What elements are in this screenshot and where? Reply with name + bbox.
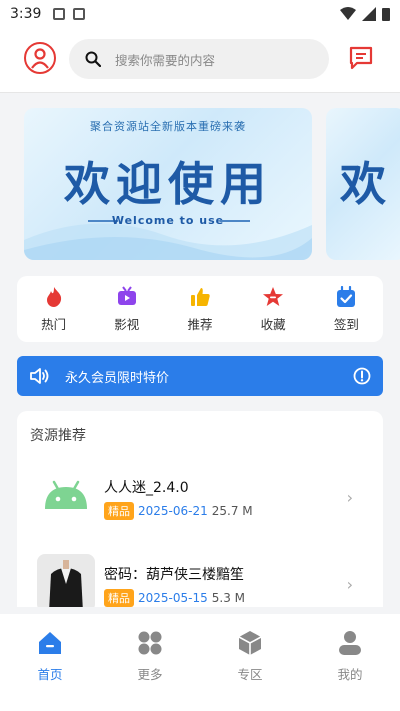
bottom-tab-bar: 首页 更多 专区 我的 [0,614,400,711]
banner-welcome[interactable]: 聚合资源站全新版本重磅来袭 欢迎使用 Welcome to use [24,108,312,260]
tab-zone[interactable]: 专区 [215,630,285,711]
banner-next[interactable]: 欢 [326,108,400,260]
notification-icon [73,8,86,20]
resource-section: 资源推荐 人人迷_2.4.0 精品 2025-06-21 25.7 M › 密码… [17,411,383,607]
android-icon [37,467,95,525]
thumbs-up-icon [190,287,210,306]
tab-home[interactable]: 首页 [15,630,85,711]
item-tag: 精品 [104,502,134,520]
item-size: 5.3 M [211,591,246,605]
status-bar: 3:39 [0,0,400,28]
info-icon[interactable] [353,367,371,385]
banner-subtitle: 聚合资源站全新版本重磅来袭 [90,120,246,133]
item-date: 2025-05-15 [138,591,208,605]
speaker-icon [30,368,49,384]
chevron-right-icon: › [346,488,353,507]
notice-bar[interactable]: 永久会员限时特价 [17,356,383,396]
tab-label: 我的 [337,667,363,682]
suit-thumbnail [37,554,95,607]
list-item[interactable]: 人人迷_2.4.0 精品 2025-06-21 25.7 M › [17,456,383,536]
banner-title: 欢迎使用 [64,157,272,211]
top-bar: 搜索你需要的内容 [0,28,400,92]
item-size: 25.7 M [211,504,253,518]
message-icon[interactable] [348,45,374,71]
search-icon [85,51,101,67]
tab-mine[interactable]: 我的 [315,630,385,711]
quick-item-label: 签到 [333,316,359,332]
item-meta: 精品 2025-05-15 5.3 M [104,589,245,607]
quick-item-label: 推荐 [187,316,213,332]
quick-item-hot[interactable]: 热门 [24,286,84,333]
search-bar[interactable]: 搜索你需要的内容 [69,39,329,79]
person-icon [339,631,361,655]
item-title: 人人迷_2.4.0 [104,480,189,496]
quick-item-recommend[interactable]: 推荐 [170,286,230,333]
grid-icon [138,631,162,655]
star-icon [263,286,284,306]
search-placeholder[interactable]: 搜索你需要的内容 [115,50,215,69]
status-time: 3:39 [10,6,42,22]
quick-item-label: 热门 [41,316,67,332]
header-divider [0,92,400,93]
list-item[interactable]: 密码：葫芦侠三楼黯笙 精品 2025-05-15 5.3 M › [17,543,383,607]
banner-english: Welcome to use [111,214,225,227]
quick-menu: 热门 影视 推荐 收藏 签到 [17,276,383,342]
tab-label: 专区 [237,667,263,682]
fire-icon [46,286,61,307]
image-icon [53,8,66,20]
wifi-icon [340,7,356,20]
cube-icon [238,631,262,655]
calendar-check-icon [337,285,356,307]
item-tag: 精品 [104,589,134,607]
item-date: 2025-06-21 [138,504,208,518]
signal-icon [362,7,376,21]
quick-item-favorite[interactable]: 收藏 [243,286,303,333]
chevron-right-icon: › [346,575,353,594]
section-title: 资源推荐 [30,428,86,444]
item-meta: 精品 2025-06-21 25.7 M [104,502,253,520]
banner-next-title: 欢 [340,157,386,211]
home-icon [39,632,61,654]
item-title: 密码：葫芦侠三楼黯笙 [104,567,244,583]
quick-item-label: 影视 [114,316,140,332]
quick-item-video[interactable]: 影视 [97,285,157,333]
avatar-glyph [31,48,49,69]
notice-text: 永久会员限时特价 [65,370,170,386]
quick-item-label: 收藏 [260,316,286,332]
user-icon[interactable] [24,42,56,74]
tab-label: 更多 [137,667,163,682]
battery-icon [382,8,390,21]
tab-more[interactable]: 更多 [115,630,185,711]
tv-icon [117,285,136,305]
tab-label: 首页 [37,667,63,682]
banner-line-right [220,220,250,222]
quick-item-checkin[interactable]: 签到 [316,285,376,333]
